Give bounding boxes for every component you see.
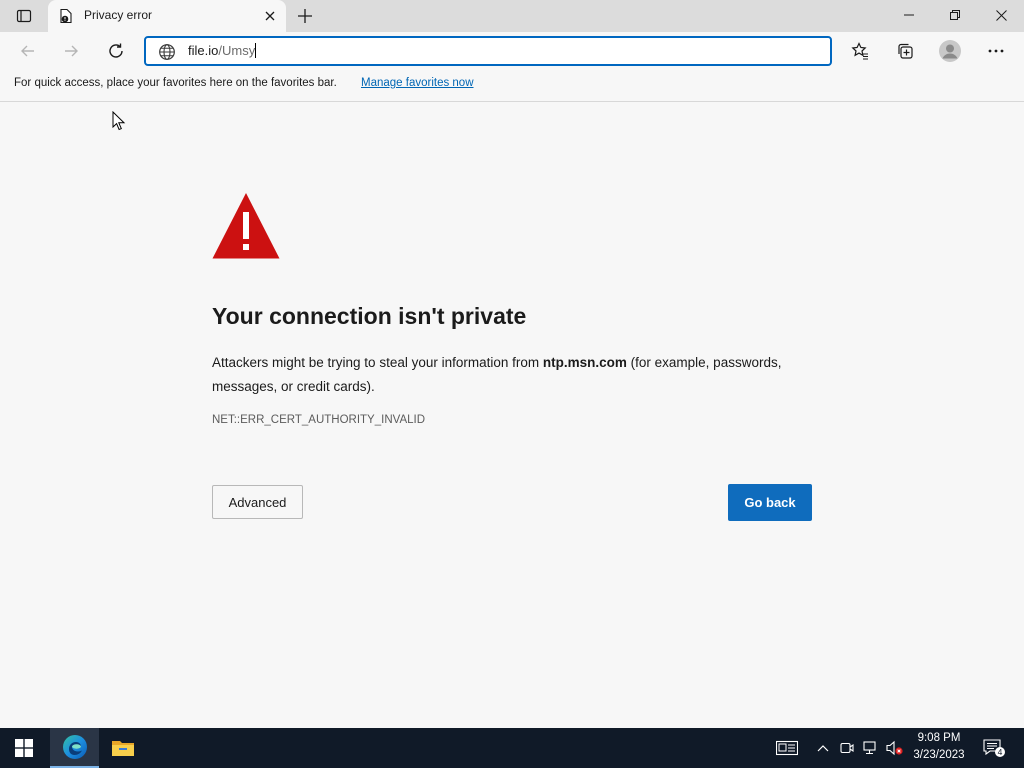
taskbar-file-explorer[interactable] [99, 728, 147, 768]
collections-icon[interactable] [889, 36, 921, 66]
close-tab-icon[interactable] [262, 8, 278, 24]
browser-toolbar: file.io/Umsy [0, 32, 1024, 70]
more-options-icon[interactable] [980, 36, 1012, 66]
volume-muted-icon[interactable] [885, 738, 905, 758]
new-tab-icon[interactable] [293, 4, 317, 28]
notifications-icon[interactable]: 4 [982, 738, 1006, 758]
document-warning-icon [58, 8, 74, 24]
system-clock[interactable]: 9:08 PM 3/23/2023 [906, 730, 972, 764]
back-icon[interactable] [12, 36, 44, 66]
warning-triangle-icon [211, 192, 281, 260]
clock-date: 3/23/2023 [913, 749, 965, 761]
meet-now-icon[interactable] [837, 738, 857, 758]
close-window-icon[interactable] [978, 0, 1024, 30]
restore-icon[interactable] [932, 0, 978, 30]
chevron-up-icon[interactable] [813, 738, 833, 758]
favorites-bar-message: For quick access, place your favorites h… [14, 77, 337, 89]
tab-strip: Privacy error [0, 0, 1024, 32]
error-page: Your connection isn't private Attackers … [0, 103, 1024, 728]
mouse-cursor-icon [112, 110, 126, 131]
tab-privacy-error[interactable]: Privacy error [48, 0, 286, 32]
manage-favorites-link[interactable]: Manage favorites now [361, 77, 474, 89]
minimize-icon[interactable] [886, 0, 932, 30]
address-host: file.io [188, 43, 219, 58]
edge-icon [62, 735, 87, 759]
folder-icon [112, 741, 134, 756]
clock-time: 9:08 PM [917, 732, 961, 744]
windows-logo-icon [15, 739, 33, 757]
favorites-bar: For quick access, place your favorites h… [0, 70, 1024, 102]
globe-icon[interactable] [158, 43, 176, 61]
notification-count: 4 [998, 747, 1003, 757]
advanced-button[interactable]: Advanced [212, 485, 303, 519]
taskbar: 9:08 PM 3/23/2023 4 [0, 728, 1024, 768]
news-interests-icon[interactable] [775, 738, 799, 758]
tab-actions-icon[interactable] [8, 4, 40, 28]
text-caret [255, 43, 257, 58]
address-input[interactable]: file.io/Umsy [188, 43, 257, 58]
taskbar-edge[interactable] [50, 728, 99, 768]
start-button[interactable] [0, 728, 48, 768]
forward-icon[interactable] [55, 36, 87, 66]
favorites-star-icon[interactable] [844, 36, 876, 66]
go-back-button[interactable]: Go back [728, 484, 812, 521]
address-path: /Umsy [218, 43, 256, 58]
error-code: NET::ERR_CERT_AUTHORITY_INVALID [212, 414, 426, 426]
tab-title: Privacy error [84, 8, 153, 22]
error-body-prefix: Attackers might be trying to steal your … [212, 355, 543, 370]
error-host: ntp.msn.com [542, 355, 627, 370]
network-icon[interactable] [861, 738, 881, 758]
refresh-icon[interactable] [100, 36, 132, 66]
address-bar[interactable]: file.io/Umsy [144, 36, 832, 66]
profile-avatar-icon[interactable] [934, 36, 966, 66]
error-description: Attackers might be trying to steal your … [212, 351, 822, 399]
error-title: Your connection isn't private [212, 303, 527, 329]
